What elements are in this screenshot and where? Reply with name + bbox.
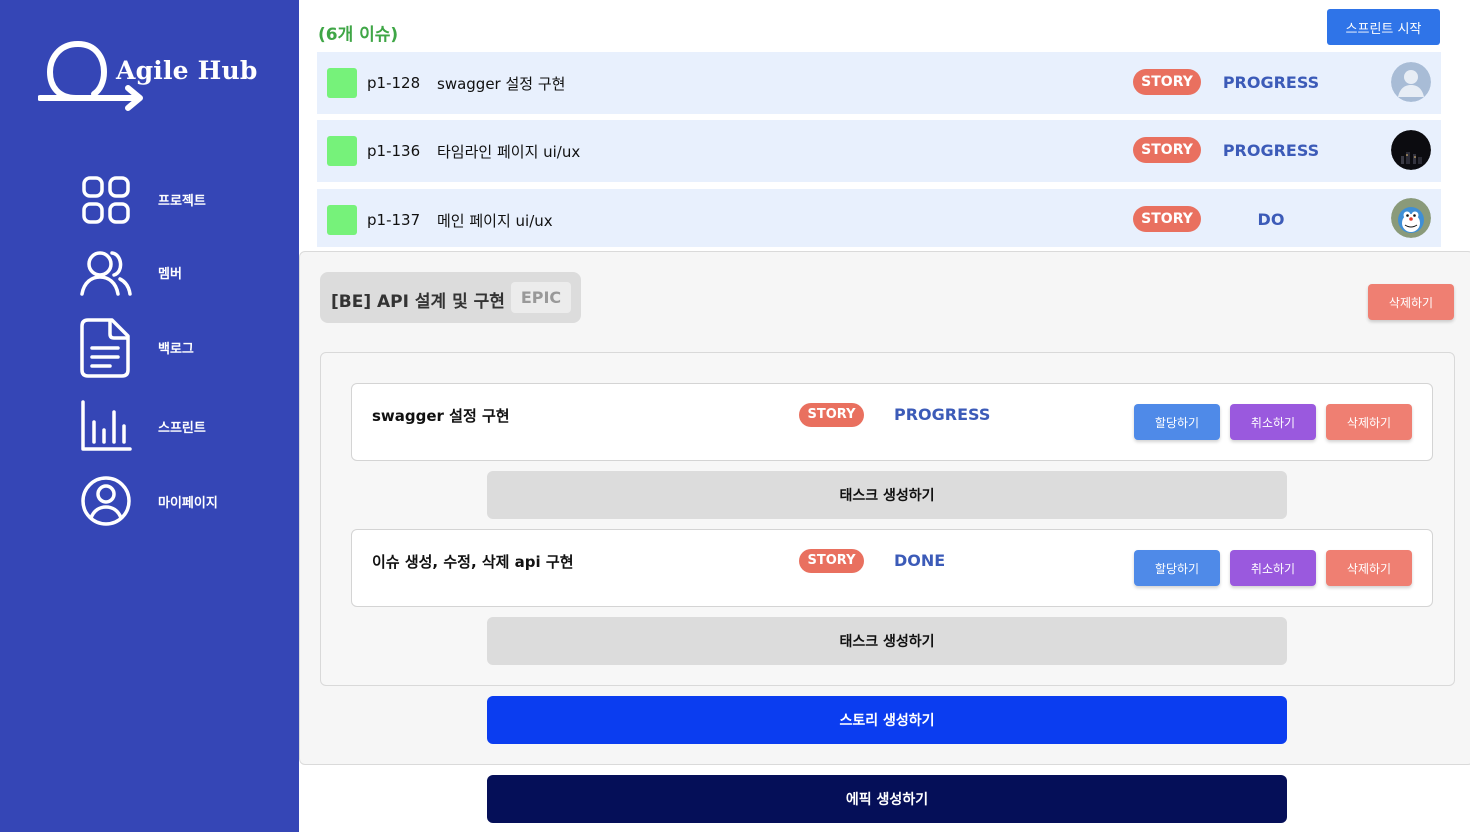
create-story-button[interactable]: 스토리 생성하기 bbox=[487, 696, 1287, 744]
bar-chart-icon bbox=[81, 400, 132, 451]
assign-button[interactable]: 할당하기 bbox=[1134, 404, 1220, 440]
epic-header[interactable]: [BE] API 설계 및 구현 EPIC bbox=[320, 272, 581, 323]
sidebar-item-mypage[interactable]: 마이페이지 bbox=[78, 474, 278, 534]
document-icon bbox=[80, 318, 130, 378]
sidebar-item-label: 프로젝트 bbox=[158, 194, 206, 209]
epic-badge: EPIC bbox=[511, 282, 571, 313]
dark-avatar[interactable] bbox=[1391, 130, 1431, 170]
issue-title: swagger 설정 구현 bbox=[437, 75, 566, 93]
issue-key: p1-128 bbox=[367, 74, 421, 92]
create-epic-button[interactable]: 에픽 생성하기 bbox=[487, 775, 1287, 823]
issue-type-badge: STORY bbox=[1133, 206, 1201, 232]
users-icon bbox=[80, 251, 132, 296]
issue-key: p1-136 bbox=[367, 142, 421, 160]
issue-row[interactable]: p1-137 메인 페이지 ui/ux STORY DO bbox=[317, 189, 1441, 247]
sidebar-item-label: 멤버 bbox=[158, 267, 182, 282]
create-task-button[interactable]: 태스크 생성하기 bbox=[487, 471, 1287, 519]
issue-row[interactable]: p1-136 타임라인 페이지 ui/ux STORY PROGRESS bbox=[317, 120, 1441, 182]
issue-row[interactable]: p1-128 swagger 설정 구현 STORY PROGRESS bbox=[317, 52, 1441, 114]
grid-icon bbox=[82, 176, 130, 224]
cancel-button[interactable]: 취소하기 bbox=[1230, 404, 1316, 440]
issue-color-square bbox=[327, 136, 357, 166]
create-task-button[interactable]: 태스크 생성하기 bbox=[487, 617, 1287, 665]
story-title: 이슈 생성, 수정, 삭제 api 구현 bbox=[372, 553, 574, 571]
story-card[interactable]: 이슈 생성, 수정, 삭제 api 구현 STORY DONE 할당하기 취소하… bbox=[351, 529, 1433, 607]
delete-epic-button[interactable]: 삭제하기 bbox=[1368, 284, 1454, 320]
brand-name: Agile Hub bbox=[116, 56, 258, 85]
sprint-start-button[interactable]: 스프린트 시작 bbox=[1327, 9, 1440, 45]
issue-title: 타임라인 페이지 ui/ux bbox=[437, 143, 581, 161]
epic-title: [BE] API 설계 및 구현 bbox=[331, 292, 505, 312]
story-status: DONE bbox=[894, 551, 946, 570]
assign-button[interactable]: 할당하기 bbox=[1134, 550, 1220, 586]
story-status: PROGRESS bbox=[894, 405, 991, 424]
stories-container: swagger 설정 구현 STORY PROGRESS 할당하기 취소하기 삭… bbox=[320, 352, 1455, 686]
issue-title: 메인 페이지 ui/ux bbox=[437, 212, 553, 230]
issue-count: (6개 이슈) bbox=[318, 25, 399, 45]
sidebar-item-member[interactable]: 멤버 bbox=[78, 246, 278, 306]
issue-type-badge: STORY bbox=[1133, 137, 1201, 163]
story-type-badge: STORY bbox=[799, 403, 864, 427]
sidebar-item-sprint[interactable]: 스프린트 bbox=[78, 400, 278, 460]
sidebar-item-label: 마이페이지 bbox=[158, 496, 218, 511]
sidebar-item-label: 백로그 bbox=[158, 342, 194, 357]
issue-color-square bbox=[327, 68, 357, 98]
sidebar-item-backlog[interactable]: 백로그 bbox=[78, 318, 278, 378]
issue-color-square bbox=[327, 205, 357, 235]
cartoon-avatar[interactable] bbox=[1391, 198, 1431, 238]
issue-status: PROGRESS bbox=[1222, 141, 1320, 160]
delete-story-button[interactable]: 삭제하기 bbox=[1326, 550, 1412, 586]
epic-panel: [BE] API 설계 및 구현 EPIC 삭제하기 swagger 설정 구현… bbox=[299, 251, 1470, 765]
default-avatar[interactable] bbox=[1391, 62, 1431, 102]
sidebar-item-label: 스프린트 bbox=[158, 421, 206, 436]
delete-story-button[interactable]: 삭제하기 bbox=[1326, 404, 1412, 440]
user-circle-icon bbox=[81, 476, 131, 526]
sidebar: Agile Hub 프로젝트 멤버 백로그 스프린트 마이페이지 bbox=[0, 0, 299, 832]
story-title: swagger 설정 구현 bbox=[372, 407, 510, 425]
cancel-button[interactable]: 취소하기 bbox=[1230, 550, 1316, 586]
issue-status: DO bbox=[1257, 210, 1285, 229]
issue-key: p1-137 bbox=[367, 211, 421, 229]
issue-type-badge: STORY bbox=[1133, 69, 1201, 95]
story-card[interactable]: swagger 설정 구현 STORY PROGRESS 할당하기 취소하기 삭… bbox=[351, 383, 1433, 461]
sidebar-item-project[interactable]: 프로젝트 bbox=[78, 172, 278, 232]
story-type-badge: STORY bbox=[799, 549, 864, 573]
issue-status: PROGRESS bbox=[1222, 73, 1320, 92]
